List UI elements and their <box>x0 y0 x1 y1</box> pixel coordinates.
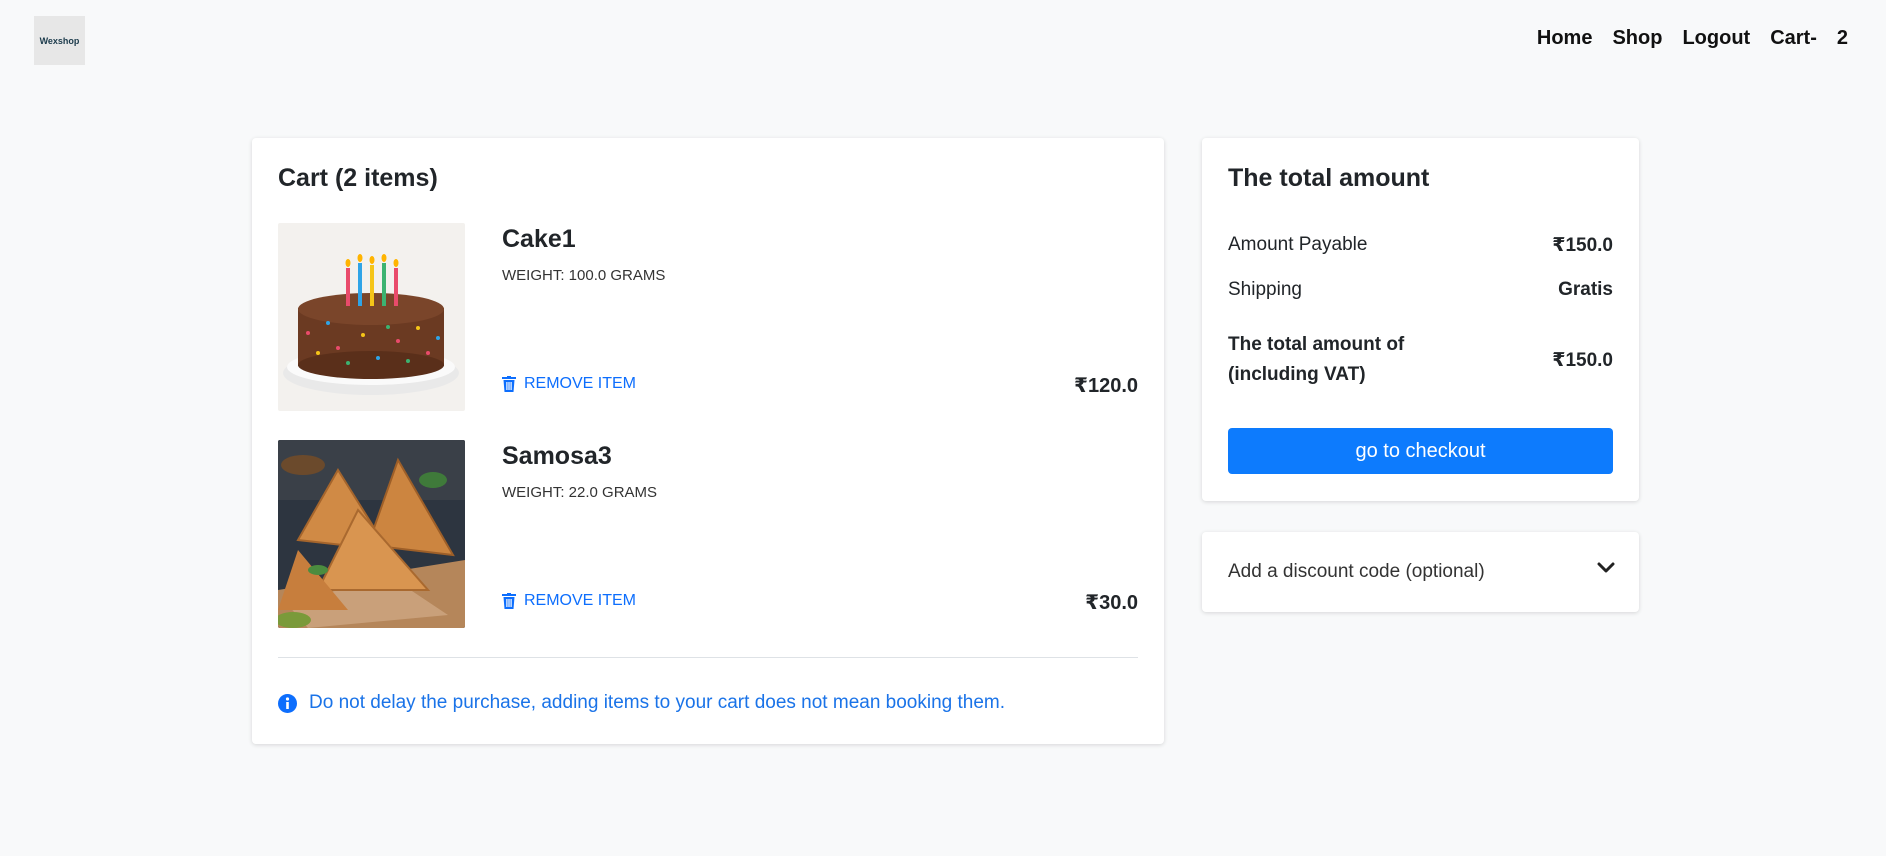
samosa-image <box>278 440 465 628</box>
remove-item-button[interactable]: Remove item <box>502 592 636 610</box>
main-nav: Home Shop Logout Cart- 2 <box>1517 27 1848 50</box>
nav-logout-link[interactable]: Logout <box>1682 27 1750 50</box>
logo[interactable]: Wexshop <box>34 16 85 65</box>
trash-icon <box>502 593 516 609</box>
remove-item-button[interactable]: Remove item <box>502 375 636 393</box>
shipping-row: Shipping Gratis <box>1228 279 1613 301</box>
cart-count-badge[interactable]: 2 <box>1837 27 1848 50</box>
nav-cart-link[interactable]: Cart- <box>1770 27 1817 50</box>
amount-payable-row: Amount Payable ₹150.0 <box>1228 234 1613 257</box>
item-name: Cake1 <box>502 225 576 253</box>
item-price: ₹120.0 <box>1074 375 1138 397</box>
checkout-button[interactable]: go to checkout <box>1228 428 1613 474</box>
shipping-label: Shipping <box>1228 279 1302 300</box>
cart-title: Cart (2 items) <box>278 164 438 192</box>
logo-text: Wexshop <box>39 35 80 46</box>
cart-card: Cart (2 items) Cake1 WEIGHT: 100.0 GRAMS… <box>252 138 1164 744</box>
item-weight: Weight: 100.0 grams <box>502 267 666 284</box>
item-weight: Weight: 22.0 grams <box>502 484 658 501</box>
summary-title: The total amount <box>1228 164 1430 192</box>
item-price: ₹30.0 <box>1085 592 1138 614</box>
total-row: The total amount of (including VAT) ₹150… <box>1228 330 1613 390</box>
cart-item: Cake1 Weight: 100.0 grams Remove item ₹1… <box>278 223 1138 411</box>
trash-icon <box>502 376 516 392</box>
amount-payable-label: Amount Payable <box>1228 234 1368 255</box>
chevron-down-icon <box>1597 562 1615 573</box>
cake-image <box>278 223 465 411</box>
nav-home-link[interactable]: Home <box>1537 27 1593 50</box>
cart-item: Samosa3 Weight: 22.0 grams Remove item ₹… <box>278 440 1138 628</box>
info-icon <box>278 693 297 713</box>
discount-code-toggle[interactable]: Add a discount code (optional) <box>1202 532 1639 612</box>
remove-item-label: Remove item <box>524 592 637 609</box>
total-summary-card: The total amount Amount Payable ₹150.0 S… <box>1202 138 1639 501</box>
divider <box>278 657 1138 658</box>
cart-notice: Do not delay the purchase, adding items … <box>278 692 1005 714</box>
item-name: Samosa3 <box>502 442 612 470</box>
remove-item-label: Remove item <box>524 375 637 392</box>
header: Wexshop Home Shop Logout Cart- 2 <box>0 0 1886 82</box>
total-value: ₹150.0 <box>1552 349 1613 371</box>
notice-text: Do not delay the purchase, adding items … <box>309 692 1006 713</box>
total-label: The total amount of (including VAT) <box>1228 334 1405 385</box>
shipping-value: Gratis <box>1558 279 1613 300</box>
amount-payable-value: ₹150.0 <box>1552 235 1613 256</box>
nav-shop-link[interactable]: Shop <box>1612 27 1662 50</box>
discount-label: Add a discount code (optional) <box>1228 561 1485 582</box>
